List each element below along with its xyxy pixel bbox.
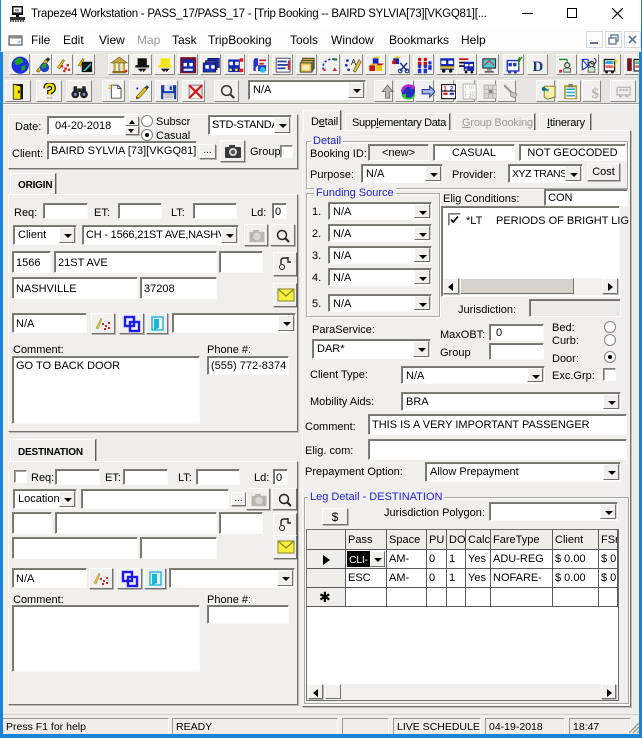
svg-text:2: 2 bbox=[450, 86, 454, 93]
svg-text:$: $ bbox=[591, 86, 599, 100]
svg-text:1: 1 bbox=[443, 86, 447, 93]
svg-text:?: ? bbox=[612, 58, 618, 69]
svg-text:D: D bbox=[532, 59, 543, 74]
svg-text:1:40: 1:40 bbox=[464, 95, 475, 100]
